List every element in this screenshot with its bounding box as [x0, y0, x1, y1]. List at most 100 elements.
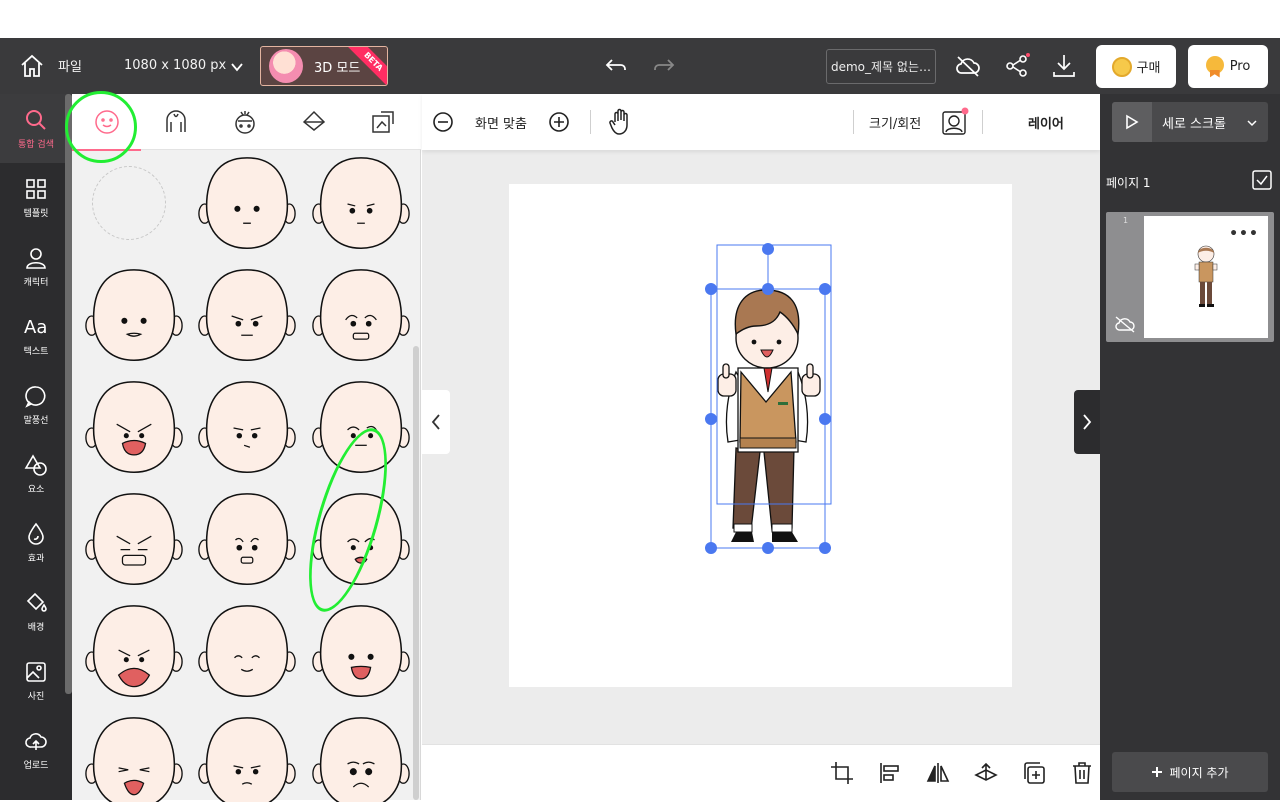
play-icon[interactable] [1112, 102, 1152, 142]
buy-button[interactable]: 구매 [1096, 45, 1176, 88]
size-rotate-button[interactable]: 크기/회전 [869, 113, 921, 132]
nav-elements[interactable]: 요소 [0, 439, 72, 508]
nav-text-label: 텍스트 [23, 346, 49, 357]
file-menu[interactable]: 파일 [58, 54, 82, 76]
expression-option[interactable] [311, 154, 411, 254]
share-icon[interactable] [1004, 52, 1030, 80]
add-page-label: 페이지 추가 [1169, 765, 1229, 780]
align-icon[interactable] [878, 761, 902, 785]
scroll-mode-select[interactable]: 세로 스크롤 [1112, 102, 1268, 142]
no-expression-slot[interactable] [92, 166, 166, 240]
document-title[interactable]: demo_제목 없는… [826, 49, 936, 84]
image-icon [26, 661, 46, 682]
head-accessory-icon [234, 111, 255, 134]
shapes-icon [24, 453, 47, 476]
nav-characters[interactable]: 캐릭터 [0, 232, 72, 301]
nav-elements-label: 요소 [27, 484, 45, 495]
undo-icon[interactable] [604, 54, 628, 78]
3d-avatar-icon [269, 49, 303, 83]
expression-option[interactable] [197, 266, 297, 366]
nav-upload-label: 업로드 [23, 760, 49, 771]
tab-head-accessory[interactable] [210, 94, 279, 150]
transform-icon [371, 111, 394, 133]
nav-photos[interactable]: 사진 [0, 646, 72, 715]
nav-speech-bubble[interactable]: 말풍선 [0, 370, 72, 439]
duplicate-icon[interactable] [1022, 761, 1046, 785]
paint-bucket-icon [26, 592, 47, 612]
pro-button[interactable]: Pro [1188, 45, 1268, 88]
expression-option[interactable] [84, 490, 184, 590]
expression-option[interactable] [311, 602, 411, 702]
3d-mode-button[interactable]: 3D 모드 BETA [260, 46, 388, 86]
layer-button[interactable]: 레이어 [1028, 113, 1064, 132]
character-swap-icon[interactable] [940, 106, 970, 136]
page-label: 페이지 1 [1106, 176, 1151, 190]
chevron-right-icon [1083, 414, 1092, 430]
nav-text[interactable]: Aa 텍스트 [0, 301, 72, 370]
toolbar-divider [982, 110, 983, 134]
scroll-mode-label: 세로 스크롤 [1162, 116, 1226, 132]
expression-option[interactable] [84, 266, 184, 366]
drop-icon [28, 522, 44, 545]
pro-label: Pro [1229, 59, 1251, 74]
fit-to-screen-button[interactable]: 화면 맞춤 [475, 113, 527, 132]
canvas-toolbar: 화면 맞춤 크기/회전 레이어 [422, 94, 1100, 150]
nav-background-label: 배경 [27, 622, 45, 633]
hand-tool-icon[interactable] [609, 108, 633, 136]
plus-icon [1152, 767, 1163, 777]
leftnav-scrollbar[interactable] [65, 94, 72, 694]
crop-icon[interactable] [830, 761, 854, 785]
top-toolbar: 파일 1080 x 1080 px 3D 모드 BETA demo_제목 없는…… [0, 38, 1280, 94]
annotation-circle [65, 91, 137, 163]
page-select-checkbox[interactable] [1252, 170, 1272, 194]
nav-templates-label: 템플릿 [23, 208, 49, 219]
nav-effects-label: 효과 [27, 553, 45, 564]
window-top-strip [0, 0, 1280, 38]
expression-option[interactable] [84, 602, 184, 702]
expression-option[interactable] [311, 266, 411, 366]
expression-option[interactable] [197, 378, 297, 478]
tab-hair[interactable] [141, 94, 210, 150]
expand-panel-button[interactable] [1074, 390, 1100, 454]
zoom-out-icon[interactable] [432, 111, 454, 133]
thumbnail-character [1194, 245, 1218, 307]
expression-option[interactable] [197, 154, 297, 254]
add-page-button[interactable]: 페이지 추가 [1112, 752, 1268, 792]
canvas-area: 화면 맞춤 크기/회전 레이어 [422, 94, 1100, 800]
chevron-down-icon[interactable] [228, 58, 246, 76]
zoom-in-icon[interactable] [548, 111, 570, 133]
svg-text:Aa: Aa [24, 317, 47, 338]
expression-option[interactable] [311, 714, 411, 802]
expression-option[interactable] [197, 714, 297, 802]
color-fill-icon [302, 110, 325, 131]
nav-background[interactable]: 배경 [0, 577, 72, 646]
bottom-toolbar [422, 744, 1100, 800]
flip-icon[interactable] [926, 761, 950, 785]
nav-effects[interactable]: 효과 [0, 508, 72, 577]
trash-icon[interactable] [1070, 761, 1094, 785]
page-thumbnail[interactable]: 1 ••• [1106, 212, 1274, 342]
tab-color-fill[interactable] [279, 94, 348, 150]
expression-option[interactable] [84, 378, 184, 478]
tab-transform[interactable] [348, 94, 417, 150]
left-navigation: 통합 검색 템플릿 캐릭터 Aa 텍스트 말풍선 요소 효과 배경 사진 업로드 [0, 94, 72, 800]
person-icon [26, 247, 46, 269]
expression-option[interactable] [84, 714, 184, 802]
expression-option[interactable] [197, 602, 297, 702]
nav-photos-label: 사진 [27, 691, 45, 702]
download-icon[interactable] [1051, 52, 1077, 80]
selection-handles[interactable] [700, 241, 1120, 671]
canvas-size-label[interactable]: 1080 x 1080 px [124, 54, 226, 76]
nav-templates[interactable]: 템플릿 [0, 163, 72, 232]
expression-option[interactable] [197, 490, 297, 590]
redo-icon[interactable] [652, 54, 676, 78]
collapse-panel-button[interactable] [422, 390, 450, 454]
nav-search[interactable]: 통합 검색 [0, 94, 72, 163]
nav-upload[interactable]: 업로드 [0, 715, 72, 784]
page-more-button[interactable]: ••• [1226, 223, 1262, 245]
coin-icon [1111, 56, 1132, 77]
cloud-off-icon[interactable] [954, 52, 982, 80]
3d-rotate-icon[interactable] [974, 761, 998, 785]
panel-scrollbar[interactable] [413, 346, 419, 800]
home-icon[interactable] [18, 52, 46, 80]
